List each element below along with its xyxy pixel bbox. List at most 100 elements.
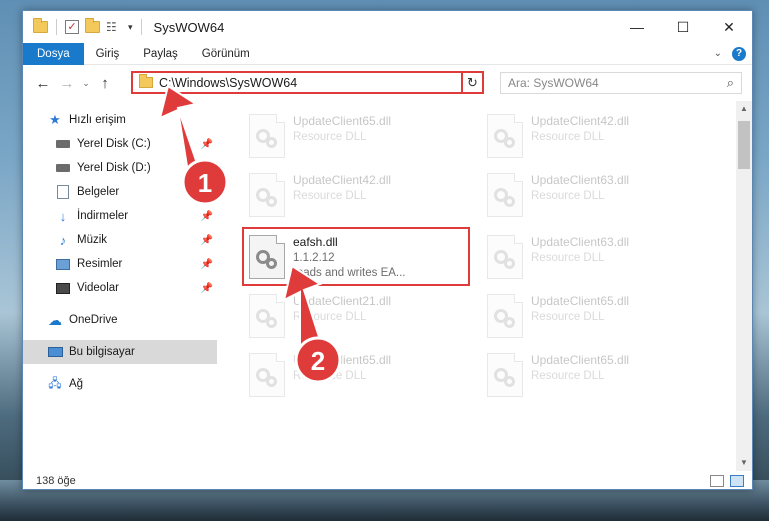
close-button[interactable]: ✕ bbox=[706, 11, 752, 43]
sidebar-item-label: İndirmeler bbox=[77, 210, 129, 222]
file-item[interactable]: UpdateClient65.dll Resource DLL bbox=[481, 290, 701, 346]
properties-list-icon[interactable]: ☷ bbox=[106, 20, 122, 34]
sidebar-item-network[interactable]: 🖧 Ağ bbox=[23, 372, 217, 396]
ribbon-tabs: Dosya Giriş Paylaş Görünüm ⌄ ? bbox=[23, 42, 752, 65]
file-name: UpdateClient21.dll bbox=[293, 294, 392, 308]
network-icon: 🖧 bbox=[48, 375, 62, 390]
refresh-icon: ↻ bbox=[467, 74, 478, 90]
tab-file[interactable]: Dosya bbox=[23, 42, 84, 65]
tab-share[interactable]: Paylaş bbox=[131, 43, 190, 65]
sidebar-item-quick-access[interactable]: ★ Hızlı erişim bbox=[23, 108, 217, 132]
sidebar-item-label: Yerel Disk (D:) bbox=[77, 162, 151, 174]
sidebar-item-music[interactable]: ♪ Müzik 📌 bbox=[23, 228, 217, 252]
dll-file-icon bbox=[249, 353, 285, 397]
sidebar-item-videos[interactable]: Videolar 📌 bbox=[23, 276, 217, 300]
file-item[interactable]: UpdateClient42.dll Resource DLL bbox=[481, 110, 701, 166]
sidebar-item-local-disk-c[interactable]: Yerel Disk (C:) 📌 bbox=[23, 132, 217, 156]
folder-icon bbox=[139, 74, 153, 88]
pin-icon[interactable]: 📌 bbox=[201, 211, 213, 222]
properties-check-icon[interactable]: ✓ bbox=[65, 20, 79, 34]
minimize-button[interactable]: — bbox=[614, 11, 660, 43]
pictures-icon bbox=[55, 256, 71, 272]
sidebar-item-this-pc[interactable]: Bu bilgisayar bbox=[23, 340, 217, 364]
dll-file-icon bbox=[487, 114, 523, 158]
maximize-button[interactable]: ☐ bbox=[660, 11, 706, 43]
computer-icon bbox=[47, 344, 63, 360]
sidebar-item-documents[interactable]: Belgeler bbox=[23, 180, 217, 204]
help-icon[interactable]: ? bbox=[732, 46, 746, 61]
pin-icon[interactable]: 📌 bbox=[201, 139, 213, 150]
scrollbar-thumb[interactable] bbox=[738, 121, 750, 169]
sidebar-item-downloads[interactable]: ↓ İndirmeler 📌 bbox=[23, 204, 217, 228]
search-box[interactable]: Ara: SysWOW64 ⌕ bbox=[500, 72, 742, 94]
file-name: UpdateClient63.dll bbox=[531, 173, 630, 187]
tiles-view-icon[interactable] bbox=[730, 475, 744, 487]
folder-icon bbox=[33, 18, 48, 33]
drive-icon bbox=[55, 160, 71, 176]
item-count: 138 öğe bbox=[36, 475, 76, 487]
file-description: Resource DLL bbox=[531, 370, 605, 382]
tab-home[interactable]: Giriş bbox=[84, 43, 132, 65]
scroll-up-arrow-icon[interactable]: ▲ bbox=[736, 101, 752, 117]
file-name: UpdateClient65.dll bbox=[531, 294, 630, 308]
navigation-pane: ★ Hızlı erişim Yerel Disk (C:) 📌 Yerel D… bbox=[23, 106, 217, 471]
dll-file-icon bbox=[249, 294, 285, 338]
file-item[interactable]: UpdateClient65.dll Resource DLL bbox=[243, 349, 463, 405]
sidebar-item-label: Belgeler bbox=[77, 186, 120, 198]
dll-file-icon bbox=[487, 173, 523, 217]
sidebar-item-label: Videolar bbox=[77, 282, 119, 294]
window-controls: — ☐ ✕ bbox=[614, 11, 752, 43]
dll-file-icon bbox=[249, 114, 285, 158]
title-bar: ✓ ☷ ▾ SysWOW64 — ☐ ✕ bbox=[23, 11, 752, 43]
file-description: Resource DLL bbox=[531, 190, 605, 202]
pin-icon[interactable]: 📌 bbox=[201, 235, 213, 246]
forward-arrow-icon[interactable]: → bbox=[55, 71, 79, 95]
search-icon[interactable]: ⌕ bbox=[727, 75, 734, 91]
file-item[interactable]: UpdateClient42.dll Resource DLL bbox=[243, 169, 463, 225]
expand-ribbon-chevron-icon[interactable]: ⌄ bbox=[714, 48, 722, 59]
videos-icon bbox=[55, 280, 71, 296]
scroll-down-arrow-icon[interactable]: ▼ bbox=[736, 455, 752, 471]
address-bar[interactable]: C:\Windows\SysWOW64 ⌄ bbox=[131, 71, 483, 94]
sidebar-item-local-disk-d[interactable]: Yerel Disk (D:) bbox=[23, 156, 217, 180]
sidebar-item-label: OneDrive bbox=[69, 314, 118, 326]
file-item[interactable]: UpdateClient63.dll Resource DLL bbox=[481, 169, 701, 225]
file-name: UpdateClient42.dll bbox=[531, 114, 630, 128]
sidebar-item-pictures[interactable]: Resimler 📌 bbox=[23, 252, 217, 276]
file-highlight-box bbox=[242, 227, 470, 286]
file-description: Resource DLL bbox=[293, 370, 367, 382]
search-input[interactable]: Ara: SysWOW64 bbox=[508, 76, 599, 90]
dll-file-icon bbox=[487, 235, 523, 279]
up-arrow-icon[interactable]: ↑ bbox=[93, 71, 117, 95]
file-description: Resource DLL bbox=[531, 311, 605, 323]
file-item[interactable]: UpdateClient63.dll Resource DLL bbox=[481, 231, 701, 287]
back-arrow-icon[interactable]: ← bbox=[31, 71, 55, 95]
navigation-bar: ← → ⌄ ↑ C:\Windows\SysWOW64 ⌄ ↻ Ara: Sys… bbox=[23, 68, 752, 98]
onedrive-icon: ☁ bbox=[48, 311, 62, 328]
file-name: UpdateClient65.dll bbox=[293, 353, 392, 367]
customize-toolbar-dropdown-icon[interactable]: ▾ bbox=[128, 22, 133, 33]
file-list: UpdateClient65.dll Resource DLL UpdateCl… bbox=[233, 106, 733, 471]
sidebar-item-label: Bu bilgisayar bbox=[69, 346, 135, 358]
details-view-icon[interactable] bbox=[710, 475, 724, 487]
window-title: SysWOW64 bbox=[153, 19, 225, 35]
recent-locations-dropdown-icon[interactable]: ⌄ bbox=[79, 78, 93, 89]
sidebar-item-label: Resimler bbox=[77, 258, 123, 270]
file-item[interactable]: UpdateClient21.dll Resource DLL bbox=[243, 290, 463, 346]
file-item[interactable]: UpdateClient65.dll Resource DLL bbox=[243, 110, 463, 166]
sidebar-item-onedrive[interactable]: ☁ OneDrive bbox=[23, 308, 217, 332]
vertical-scrollbar[interactable]: ▲ ▼ bbox=[736, 101, 752, 471]
ribbon-right-controls: ⌄ ? bbox=[714, 46, 752, 61]
file-item[interactable]: UpdateClient65.dll Resource DLL bbox=[481, 349, 701, 405]
address-path[interactable]: C:\Windows\SysWOW64 bbox=[159, 76, 463, 90]
file-name: UpdateClient65.dll bbox=[531, 353, 630, 367]
new-folder-icon[interactable] bbox=[85, 18, 100, 33]
pin-icon[interactable]: 📌 bbox=[201, 259, 213, 270]
pin-icon[interactable]: 📌 bbox=[201, 283, 213, 294]
view-toggle bbox=[710, 475, 752, 487]
file-description: Resource DLL bbox=[293, 190, 367, 202]
refresh-button[interactable]: ↻ bbox=[461, 71, 484, 94]
tab-view[interactable]: Görünüm bbox=[190, 43, 262, 65]
dll-file-icon bbox=[249, 173, 285, 217]
sidebar-item-label: Hızlı erişim bbox=[69, 114, 126, 126]
